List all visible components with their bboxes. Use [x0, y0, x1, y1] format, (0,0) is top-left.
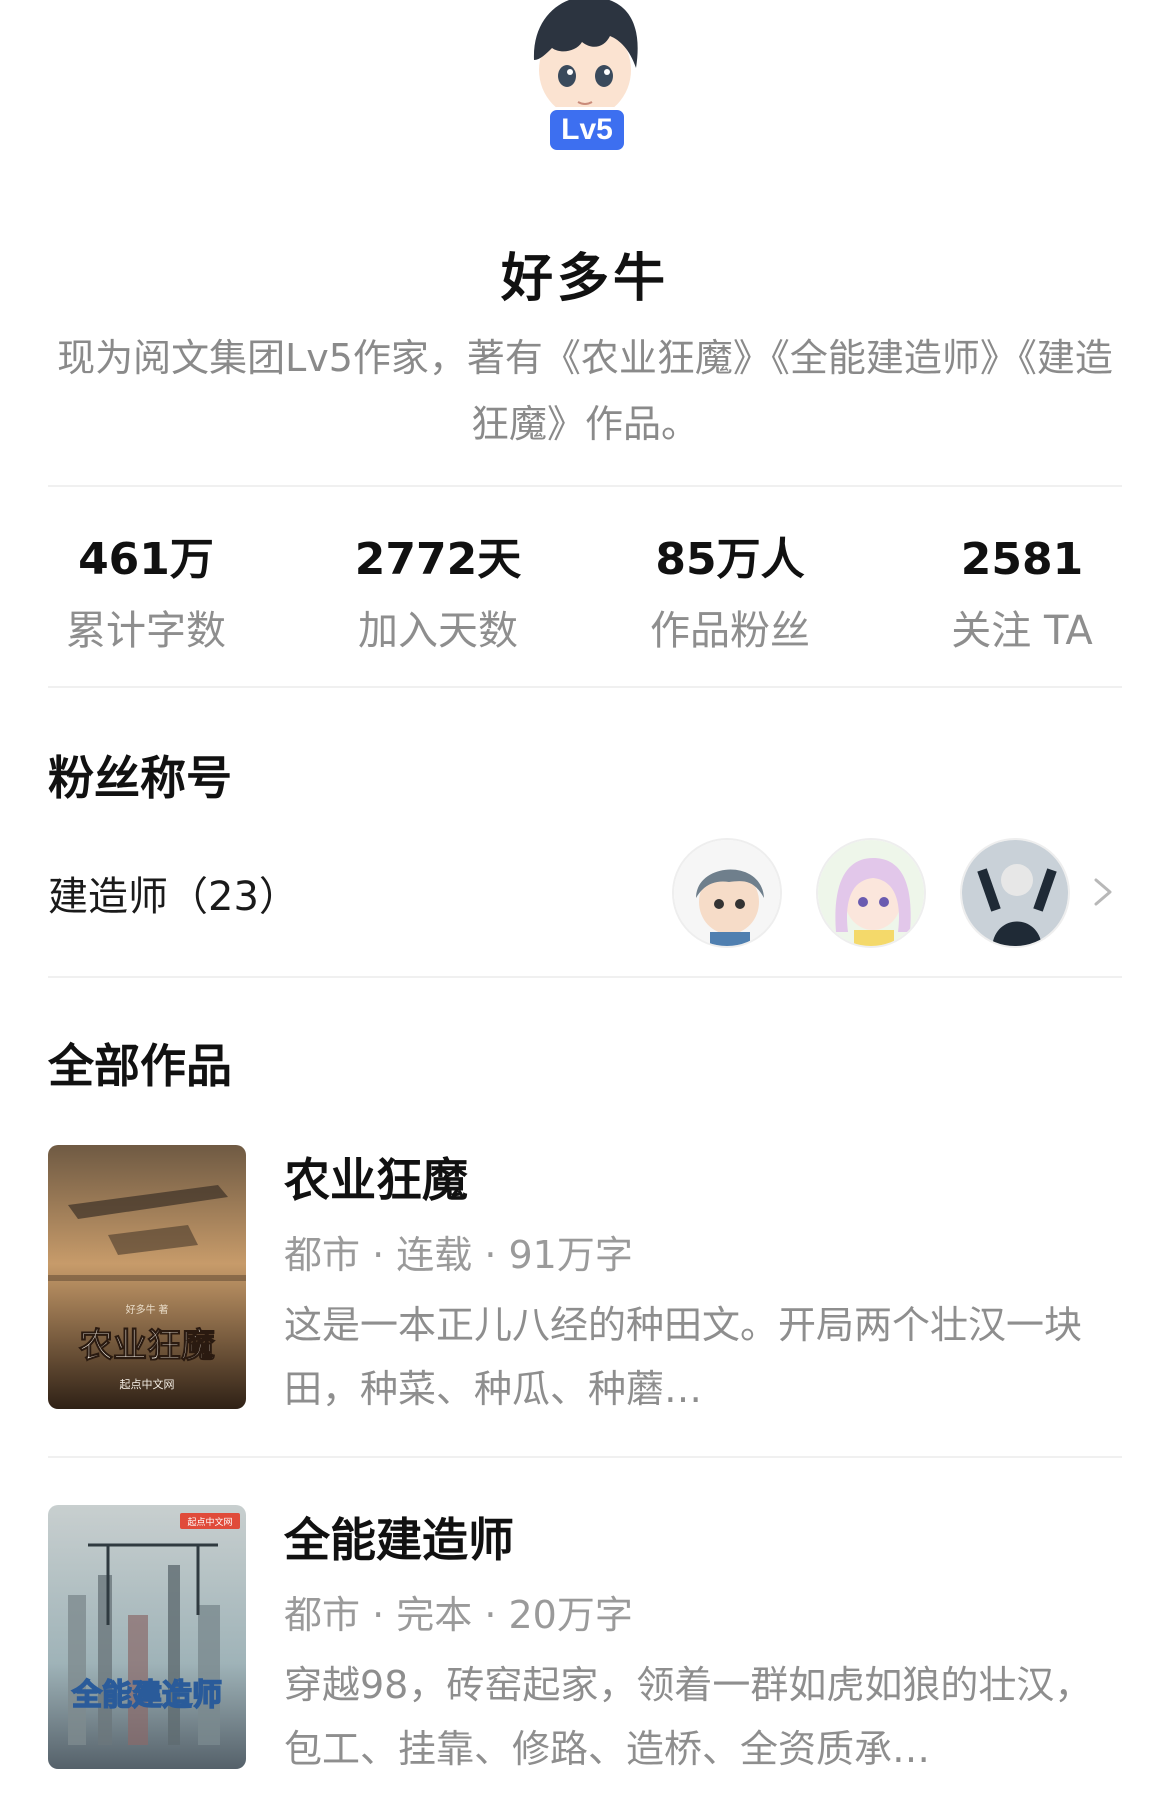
book-cover[interactable]: 好多牛 著 农业狂魔 起点中文网	[48, 1145, 246, 1409]
work-description: 穿越98，砖窑起家，领着一群如虎如狼的壮汉，包工、挂靠、修路、造桥、全资质承…	[284, 1663, 1093, 1771]
cover-title: 农业狂魔	[79, 1326, 215, 1366]
fan-avatar-image	[674, 840, 780, 946]
work-item-nongye[interactable]: 好多牛 著 农业狂魔 起点中文网 农业狂魔 都市 · 连载 · 91万字 这是一…	[48, 1145, 1122, 1415]
fan-avatar-2[interactable]	[816, 838, 926, 948]
stats-row: 461万 累计字数 2772天 加入天数 85万人 作品粉丝 2581 关注 T…	[0, 525, 1170, 665]
work-title[interactable]: 农业狂魔	[284, 1145, 1122, 1215]
work-info: 全能建造师 都市 · 完本 · 20万字 穿越98，砖窑起家，领着一群如虎如狼的…	[284, 1505, 1122, 1781]
stat-joined-days: 2772天 加入天数	[292, 525, 584, 659]
stat-value: 2581	[960, 534, 1084, 585]
author-profile-page: Lv5 好多牛 现为阅文集团Lv5作家，著有《农业狂魔》《全能建造师》《建造狂魔…	[0, 0, 1170, 1808]
cover-publisher: 起点中文网	[120, 1377, 175, 1391]
all-works-heading: 全部作品	[48, 1039, 232, 1093]
cover-title: 全能建造师	[71, 1678, 222, 1713]
divider	[48, 485, 1122, 487]
fan-title-label: 建造师（23）	[48, 874, 299, 920]
author-name: 好多牛	[500, 249, 669, 309]
stat-value: 461万	[78, 534, 214, 585]
stat-following[interactable]: 2581 关注 TA	[876, 525, 1168, 659]
stat-value: 85万人	[655, 534, 805, 585]
book-cover[interactable]: 起点中文网 全能建造师	[48, 1505, 246, 1769]
cover-badge: 起点中文网	[187, 1516, 232, 1528]
book-cover-image: 起点中文网 全能建造师	[48, 1505, 246, 1769]
stat-label: 关注 TA	[951, 608, 1093, 654]
fan-avatar-image	[818, 840, 924, 946]
fan-avatar-1[interactable]	[672, 838, 782, 948]
book-cover-image: 好多牛 著 农业狂魔 起点中文网	[48, 1145, 246, 1409]
fan-title-row[interactable]: 建造师（23）	[48, 838, 1122, 950]
level-badge: Lv5	[547, 107, 627, 153]
divider	[48, 1456, 1122, 1458]
divider	[48, 976, 1122, 978]
work-description: 这是一本正儿八经的种田文。开局两个壮汉一块田，种菜、种瓜、种蘑…	[284, 1303, 1083, 1411]
cover-author: 好多牛 著	[126, 1303, 169, 1316]
author-avatar[interactable]: Lv5	[512, 0, 658, 153]
fan-avatar-3[interactable]	[960, 838, 1070, 948]
work-title[interactable]: 全能建造师	[284, 1505, 1122, 1575]
stat-label: 累计字数	[66, 608, 226, 654]
stat-label: 加入天数	[358, 608, 518, 654]
work-meta: 都市 · 完本 · 20万字	[284, 1593, 633, 1637]
work-info: 农业狂魔 都市 · 连载 · 91万字 这是一本正儿八经的种田文。开局两个壮汉一…	[284, 1145, 1122, 1421]
fan-avatar-image	[962, 840, 1068, 946]
stat-label: 作品粉丝	[650, 608, 810, 654]
author-bio: 现为阅文集团Lv5作家，著有《农业狂魔》《全能建造师》《建造狂魔》作品。	[57, 336, 1113, 446]
stat-total-words: 461万 累计字数	[0, 525, 292, 659]
chevron-right-icon[interactable]	[1082, 872, 1122, 912]
stat-value: 2772天	[354, 534, 522, 585]
fan-title-heading: 粉丝称号	[48, 751, 232, 805]
divider	[48, 686, 1122, 688]
stat-fans[interactable]: 85万人 作品粉丝	[584, 525, 876, 659]
work-item-quanneng[interactable]: 起点中文网 全能建造师 全能建造师 都市 · 完本 · 20万字 穿越98，砖窑…	[48, 1505, 1122, 1775]
work-meta: 都市 · 连载 · 91万字	[284, 1233, 633, 1277]
